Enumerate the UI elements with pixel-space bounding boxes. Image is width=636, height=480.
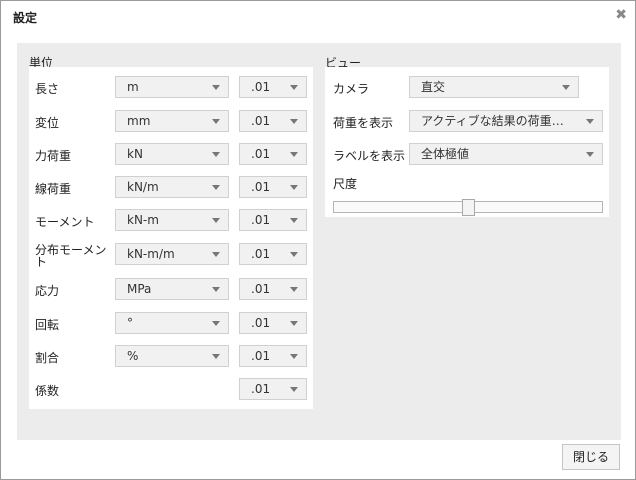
- precision-select-length[interactable]: .01: [239, 76, 307, 98]
- dropdown-arrow-icon: [212, 287, 220, 292]
- unit-label-distributed-moment: 分布モーメント: [35, 243, 107, 269]
- unit-label-length: 長さ: [35, 82, 60, 96]
- unit-label-ratio: 割合: [35, 351, 60, 365]
- view-panel: カメラ 直交 荷重を表示 アクティブな結果の荷重ケース ラベルを表示 全体極値 …: [325, 67, 609, 217]
- show-label-label: ラベルを表示: [333, 149, 406, 163]
- title-bar: 設定 ✖: [1, 1, 635, 31]
- units-panel: 長さ m .01 変位 mm .01 力荷重 kN .01 線荷重 kN/m .…: [29, 67, 313, 409]
- unit-select-line-load[interactable]: kN/m: [115, 176, 229, 198]
- precision-select-force[interactable]: .01: [239, 143, 307, 165]
- precision-select-stress[interactable]: .01: [239, 278, 307, 300]
- unit-label-displacement: 変位: [35, 116, 60, 130]
- dropdown-arrow-icon: [290, 252, 298, 257]
- close-button[interactable]: 閉じる: [562, 444, 620, 470]
- dropdown-arrow-icon: [290, 85, 298, 90]
- unit-label-force: 力荷重: [35, 149, 72, 163]
- precision-select-displacement[interactable]: .01: [239, 110, 307, 132]
- precision-select-distributed-moment[interactable]: .01: [239, 243, 307, 265]
- dialog-content: 単位 ビュー 長さ m .01 変位 mm .01 力荷重 kN .01 線荷重…: [17, 43, 621, 440]
- scale-slider[interactable]: [333, 199, 603, 216]
- dropdown-arrow-icon: [290, 287, 298, 292]
- unit-label-stress: 応力: [35, 284, 60, 298]
- precision-select-rotation[interactable]: .01: [239, 312, 307, 334]
- dropdown-arrow-icon: [212, 85, 220, 90]
- dropdown-arrow-icon: [212, 218, 220, 223]
- unit-select-force[interactable]: kN: [115, 143, 229, 165]
- dialog-title: 設定: [13, 11, 38, 25]
- camera-label: カメラ: [333, 82, 370, 96]
- unit-select-rotation[interactable]: °: [115, 312, 229, 334]
- dropdown-arrow-icon: [290, 119, 298, 124]
- dropdown-arrow-icon: [290, 387, 298, 392]
- dropdown-arrow-icon: [212, 354, 220, 359]
- unit-select-moment[interactable]: kN-m: [115, 209, 229, 231]
- show-load-label: 荷重を表示: [333, 116, 394, 130]
- dropdown-arrow-icon: [290, 152, 298, 157]
- precision-select-coefficient[interactable]: .01: [239, 378, 307, 400]
- precision-select-line-load[interactable]: .01: [239, 176, 307, 198]
- unit-select-stress[interactable]: MPa: [115, 278, 229, 300]
- dropdown-arrow-icon: [212, 321, 220, 326]
- dropdown-arrow-icon: [212, 185, 220, 190]
- show-load-select[interactable]: アクティブな結果の荷重ケース: [409, 110, 603, 132]
- precision-select-ratio[interactable]: .01: [239, 345, 307, 367]
- dropdown-arrow-icon: [212, 119, 220, 124]
- unit-select-ratio[interactable]: %: [115, 345, 229, 367]
- unit-select-length[interactable]: m: [115, 76, 229, 98]
- scale-slider-thumb[interactable]: [462, 199, 475, 216]
- unit-label-moment: モーメント: [35, 215, 95, 229]
- dropdown-arrow-icon: [290, 185, 298, 190]
- unit-select-distributed-moment[interactable]: kN-m/m: [115, 243, 229, 265]
- dropdown-arrow-icon: [290, 354, 298, 359]
- unit-label-line-load: 線荷重: [35, 182, 72, 196]
- dropdown-arrow-icon: [562, 85, 570, 90]
- unit-select-displacement[interactable]: mm: [115, 110, 229, 132]
- unit-label-rotation: 回転: [35, 318, 60, 332]
- dropdown-arrow-icon: [586, 119, 594, 124]
- scale-label: 尺度: [333, 177, 358, 191]
- dropdown-arrow-icon: [586, 152, 594, 157]
- settings-dialog: 設定 ✖ 単位 ビュー 長さ m .01 変位 mm .01 力荷重 kN .0…: [0, 0, 636, 480]
- show-label-select[interactable]: 全体極値: [409, 143, 603, 165]
- close-icon[interactable]: ✖: [615, 7, 627, 23]
- dropdown-arrow-icon: [212, 152, 220, 157]
- unit-label-coefficient: 係数: [35, 384, 60, 398]
- dropdown-arrow-icon: [212, 252, 220, 257]
- precision-select-moment[interactable]: .01: [239, 209, 307, 231]
- dropdown-arrow-icon: [290, 218, 298, 223]
- camera-select[interactable]: 直交: [409, 76, 579, 98]
- dropdown-arrow-icon: [290, 321, 298, 326]
